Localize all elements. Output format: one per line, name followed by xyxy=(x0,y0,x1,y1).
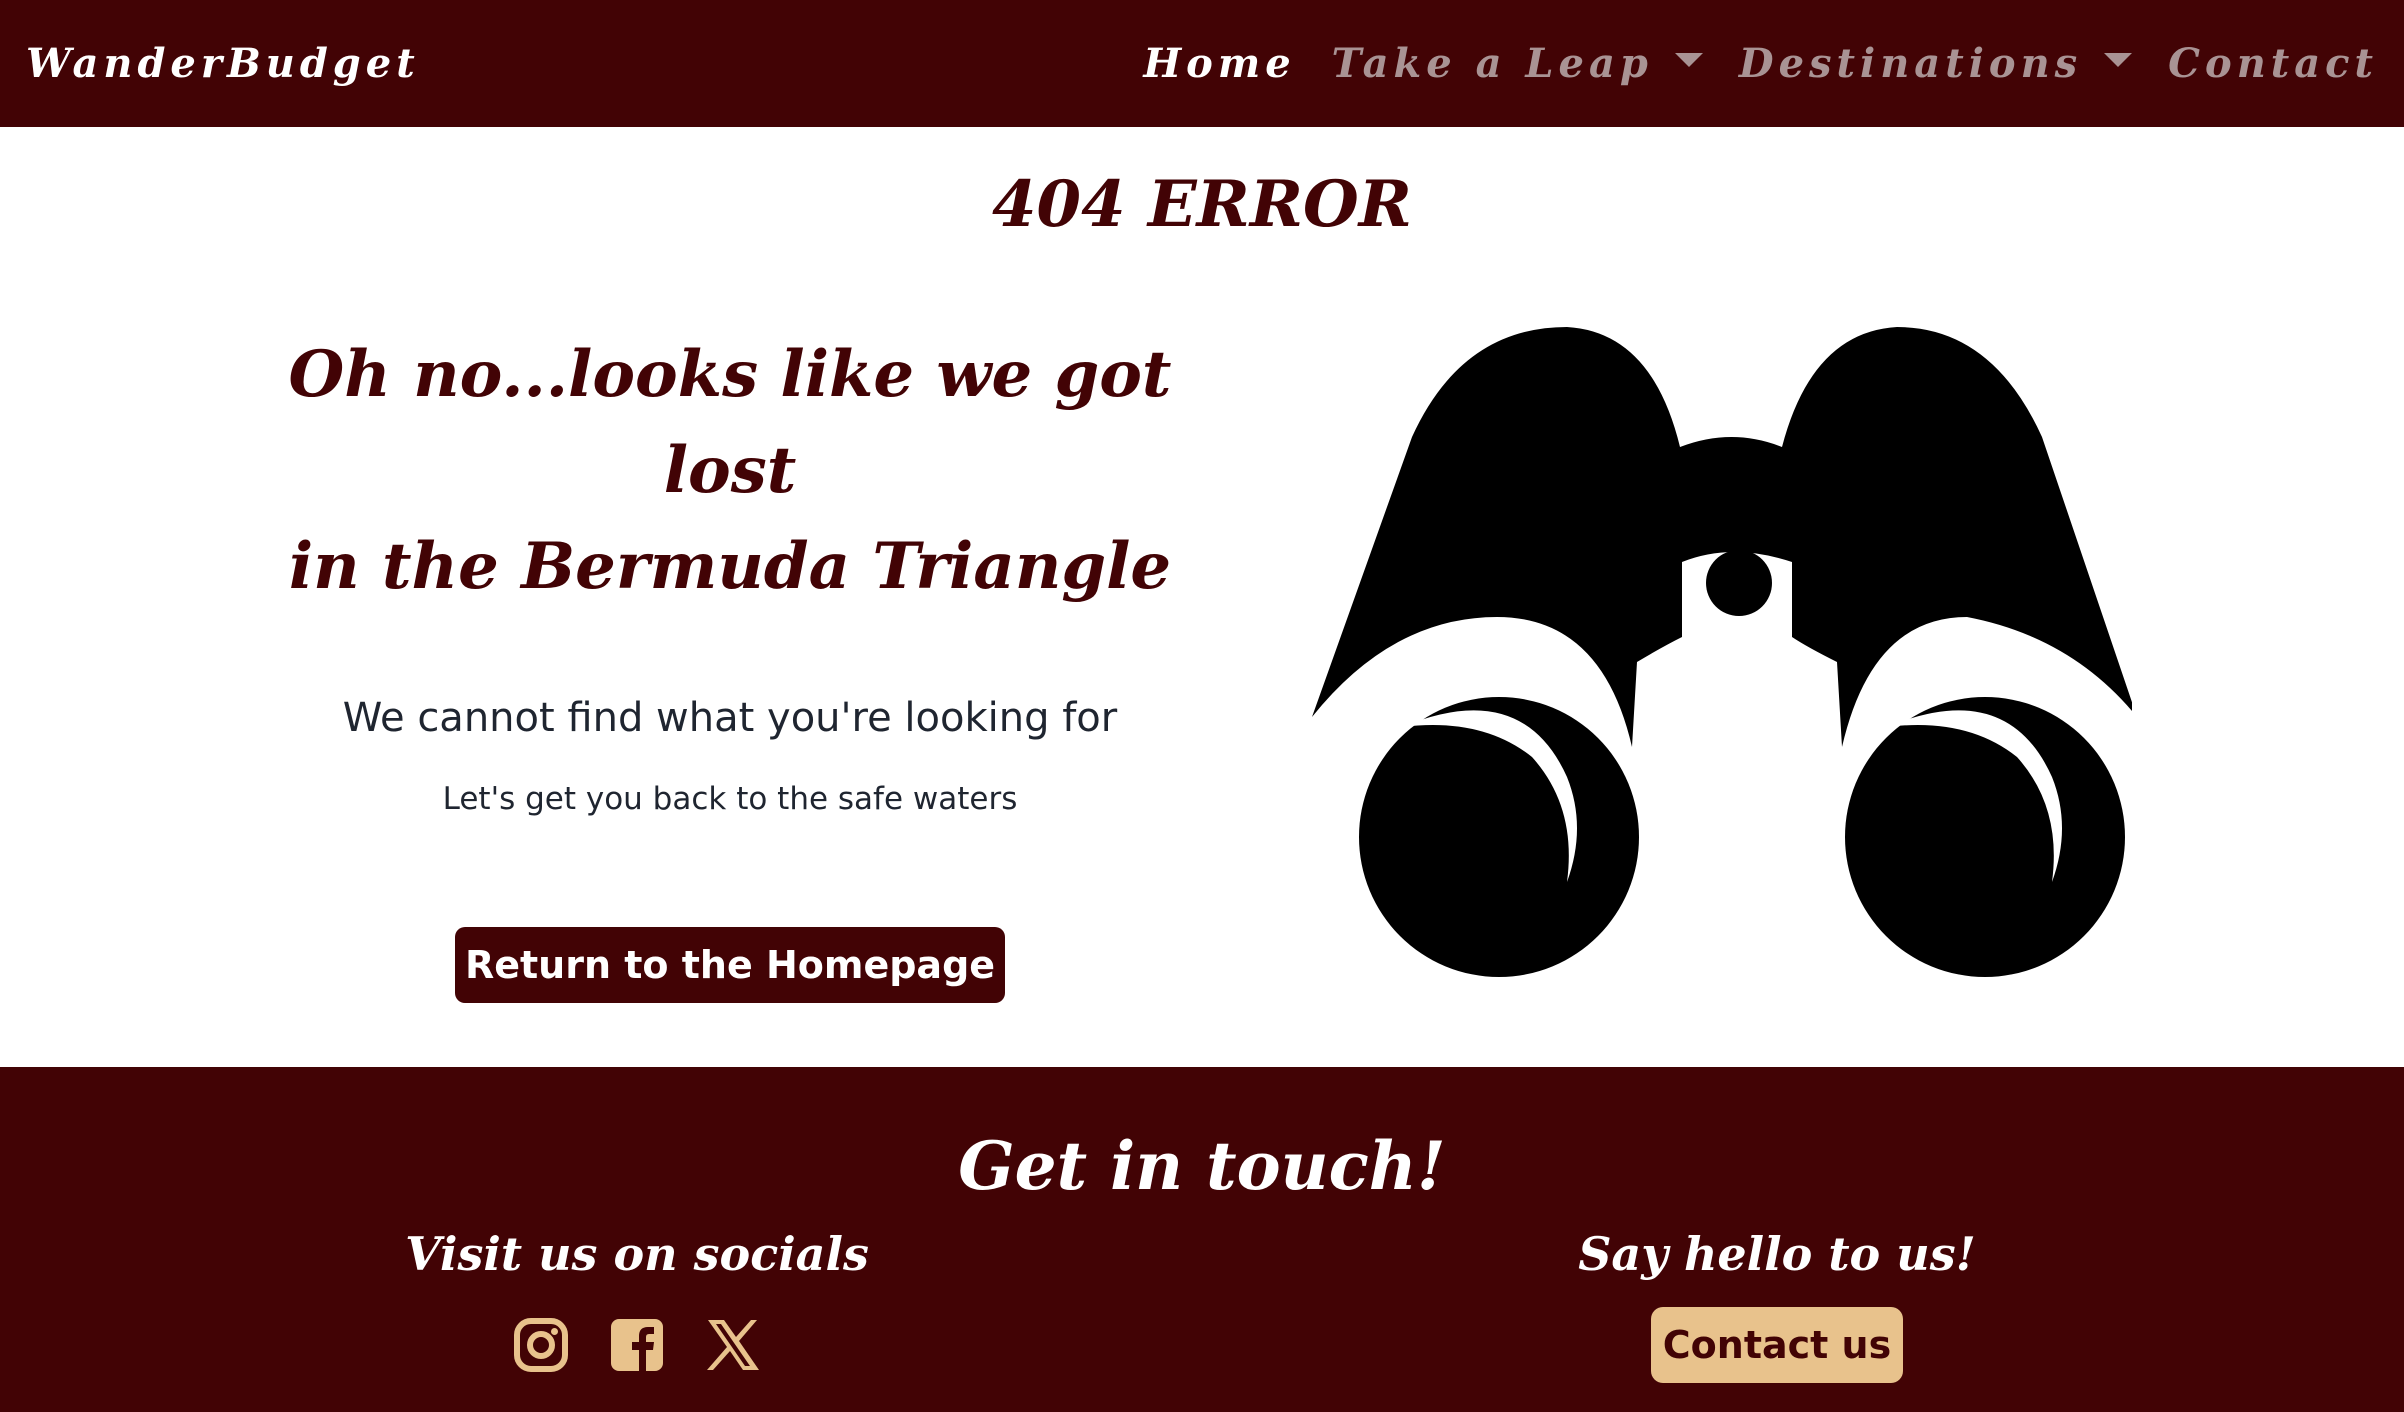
brand-logo[interactable]: WanderBudget xyxy=(26,40,420,87)
nav-link-home[interactable]: Home xyxy=(1143,40,1295,87)
footer-contact-column: Say hello to us! Contact us xyxy=(1377,1227,2177,1383)
error-title: 404 ERROR xyxy=(992,167,1412,242)
error-main: 404 ERROR Oh no...looks like we got lost… xyxy=(0,127,2404,1067)
facebook-icon[interactable] xyxy=(609,1317,665,1373)
x-icon[interactable] xyxy=(705,1317,761,1373)
error-message-column: Oh no...looks like we got lost in the Be… xyxy=(230,327,1230,1003)
binoculars-icon xyxy=(1312,327,2132,977)
nav-link-contact[interactable]: Contact xyxy=(2168,40,2378,87)
nav-links: Home Take a Leap Destinations Contact xyxy=(1143,40,2378,87)
error-smallline: Let's get you back to the safe waters xyxy=(442,781,1018,817)
footer-title: Get in touch! xyxy=(958,1127,1446,1205)
return-homepage-button[interactable]: Return to the Homepage xyxy=(454,927,1006,1003)
socials-heading: Visit us on socials xyxy=(405,1227,869,1281)
social-links xyxy=(237,1317,1037,1373)
error-subline: We cannot find what you're looking for xyxy=(342,695,1118,741)
error-headline: Oh no...looks like we got lost in the Be… xyxy=(230,327,1230,615)
headline-line-1: Oh no...looks like we got lost xyxy=(288,337,1172,508)
instagram-icon[interactable] xyxy=(513,1317,569,1373)
footer-socials-column: Visit us on socials xyxy=(237,1227,1037,1373)
nav-link-home-label: Home xyxy=(1143,40,1296,87)
contact-us-button[interactable]: Contact us xyxy=(1650,1307,1904,1383)
headline-line-2: in the Bermuda Triangle xyxy=(288,529,1172,604)
nav-link-take-a-leap-label: Take a Leap xyxy=(1331,40,1653,87)
nav-link-take-a-leap[interactable]: Take a Leap xyxy=(1332,40,1703,87)
nav-link-contact-label: Contact xyxy=(2168,40,2378,87)
footer: Get in touch! Visit us on socials Say he… xyxy=(0,1067,2404,1412)
caret-down-icon xyxy=(1674,52,1703,67)
navbar: WanderBudget Home Take a Leap Destinatio… xyxy=(0,0,2404,127)
caret-down-icon xyxy=(2104,52,2133,67)
nav-link-destinations-label: Destinations xyxy=(1738,40,2083,87)
nav-link-destinations[interactable]: Destinations xyxy=(1738,40,2133,87)
say-hello-heading: Say hello to us! xyxy=(1578,1227,1976,1281)
